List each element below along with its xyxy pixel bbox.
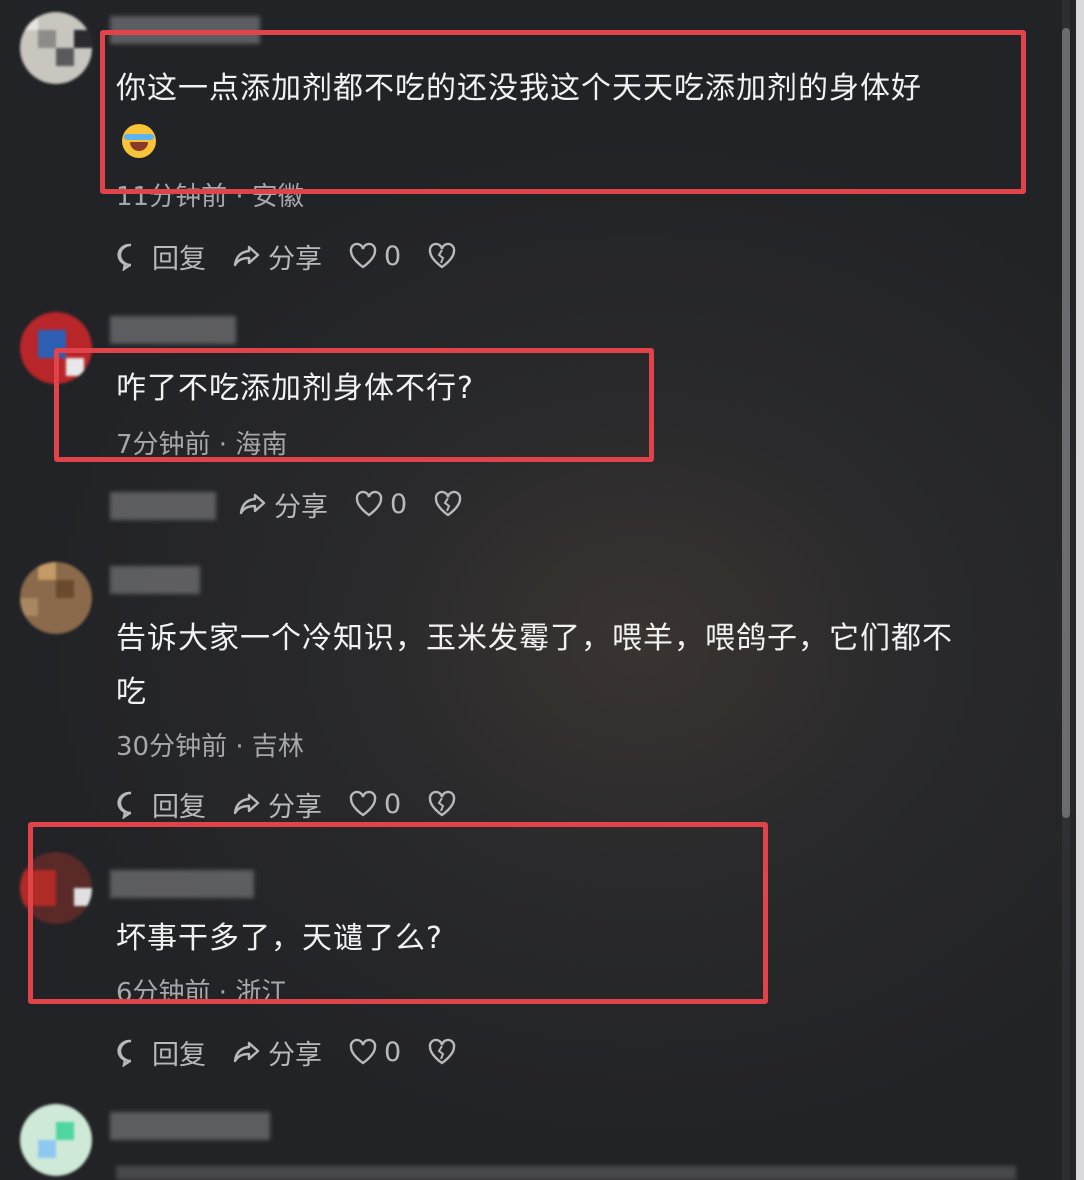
highlight-box [100, 30, 1026, 194]
comment-actions: 回复 分享 0 [116, 1032, 489, 1072]
comment-actions: 回复 分享 0 [116, 236, 489, 276]
like-button[interactable]: 0 [348, 1037, 401, 1068]
broken-heart-icon [428, 242, 456, 269]
highlight-box [54, 348, 654, 462]
comment-bubble-icon [117, 791, 132, 819]
reply-label: 回复 [152, 243, 206, 275]
heart-icon [355, 490, 383, 517]
share-label: 分享 [274, 491, 328, 523]
comment-actions: 回复 分享 0 [116, 784, 489, 824]
dislike-button[interactable] [427, 1037, 463, 1067]
dislike-button[interactable] [433, 489, 469, 519]
avatar[interactable] [20, 1104, 92, 1176]
window-edge [1076, 0, 1084, 1180]
username-redacted[interactable] [110, 316, 236, 344]
share-arrow-icon [233, 1041, 260, 1063]
comment-text-cutoff [116, 1166, 1016, 1180]
scrollbar-thumb[interactable] [1062, 28, 1070, 818]
redacted-action [110, 492, 216, 520]
broken-heart-icon [434, 490, 462, 517]
heart-icon [349, 1038, 377, 1065]
broken-heart-icon [428, 790, 456, 817]
comment-text-line2: 吃 [116, 675, 147, 710]
like-count: 0 [384, 240, 402, 272]
comment-text: 告诉大家一个冷知识，玉米发霉了，喂羊，喂鸽子，它们都不 [116, 621, 953, 656]
username-redacted[interactable] [110, 566, 200, 594]
reply-button[interactable]: 回复 [116, 1033, 206, 1072]
reply-button[interactable]: 回复 [116, 785, 206, 824]
like-count: 0 [390, 488, 408, 520]
dislike-button[interactable] [427, 789, 463, 819]
heart-icon [349, 790, 377, 817]
username-redacted[interactable] [110, 1112, 270, 1140]
like-button[interactable]: 0 [354, 489, 407, 520]
share-label: 分享 [268, 1039, 322, 1071]
reply-label: 回复 [152, 791, 206, 823]
share-button[interactable]: 分享 [232, 785, 322, 824]
broken-heart-icon [428, 1038, 456, 1065]
share-arrow-icon [239, 493, 266, 515]
like-count: 0 [384, 788, 402, 820]
like-count: 0 [384, 1036, 402, 1068]
share-button[interactable]: 分享 [238, 485, 328, 524]
share-button[interactable]: 分享 [232, 1033, 322, 1072]
share-button[interactable]: 分享 [232, 237, 322, 276]
comment-meta: 30分钟前 · 吉林 [116, 732, 304, 762]
dislike-button[interactable] [427, 241, 463, 271]
share-label: 分享 [268, 243, 322, 275]
comment-bubble-icon [117, 1039, 132, 1067]
avatar[interactable] [20, 12, 92, 84]
share-label: 分享 [268, 791, 322, 823]
reply-label: 回复 [152, 1039, 206, 1071]
heart-icon [349, 242, 377, 269]
highlight-box [28, 822, 768, 1004]
comment-actions: 分享 0 [238, 484, 495, 524]
comment-bubble-icon [117, 243, 132, 271]
share-arrow-icon [233, 793, 260, 815]
reply-button[interactable]: 回复 [116, 237, 206, 276]
like-button[interactable]: 0 [348, 789, 401, 820]
avatar[interactable] [20, 562, 92, 634]
share-arrow-icon [233, 245, 260, 267]
like-button[interactable]: 0 [348, 241, 401, 272]
